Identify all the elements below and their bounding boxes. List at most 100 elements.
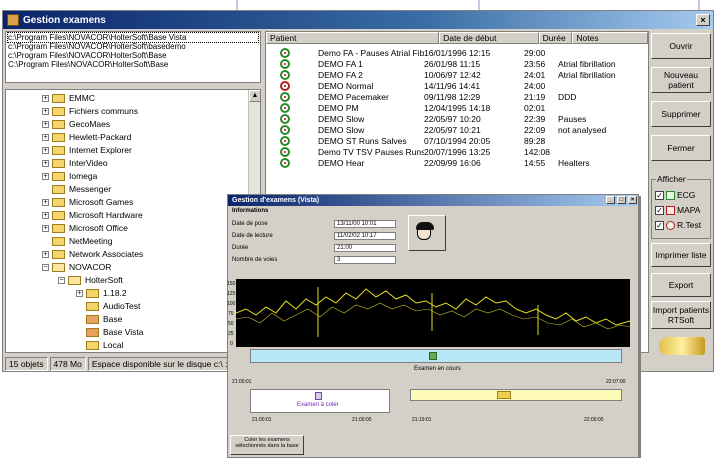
tree-item-label: Messenger <box>69 184 112 194</box>
path-item[interactable]: c:\Program Files\NOVACOR\HolterSoft\Base <box>8 51 258 60</box>
table-row[interactable]: DEMO Normal 14/11/96 14:41 24:00 <box>266 80 648 91</box>
expand-toggle[interactable]: + <box>42 250 49 258</box>
cell-duree: 24:00 <box>524 80 546 91</box>
column-header-duree[interactable]: Durée <box>538 32 573 44</box>
column-header-notes[interactable]: Notes <box>572 32 648 44</box>
tree-item-label: Network Associates <box>69 249 144 259</box>
expand-toggle[interactable]: + <box>42 224 49 232</box>
close-button[interactable]: × <box>628 196 637 204</box>
table-row[interactable]: DEMO FA 1 26/01/98 11:15 23:56 Atrial fibri… <box>266 58 648 69</box>
tree-item[interactable]: Base <box>86 313 122 325</box>
scroll-up-icon[interactable]: ▲ <box>249 90 260 102</box>
tree-item[interactable]: + Microsoft Office <box>42 222 128 234</box>
exam-range-bar[interactable] <box>410 389 622 401</box>
expand-toggle[interactable]: + <box>42 120 49 128</box>
expand-toggle[interactable]: + <box>42 146 49 154</box>
table-row[interactable]: DEMO FA 2 10/06/97 12:42 24:01 Atrial fibri… <box>266 69 648 80</box>
patient-portrait-button[interactable] <box>408 215 446 251</box>
tree-item[interactable]: + GecoMaes <box>42 118 110 130</box>
heart-rate-trace-noise <box>236 302 630 330</box>
path-item[interactable]: c:\Program Files\NOVACOR\HolterSoft\Base… <box>7 32 259 43</box>
filter-mapa[interactable]: ✓ MAPA <box>655 205 700 215</box>
display-filter-group: Afficher ✓ ECG ✓ MAPA ✓ R.Test <box>651 174 711 239</box>
path-item[interactable]: c:\Program Files\NOVACOR\HolterSoft\base… <box>8 42 258 51</box>
delete-button[interactable]: Supprimer <box>651 101 711 127</box>
tree-item[interactable]: Base Vista <box>86 326 143 338</box>
folder-icon <box>86 288 99 298</box>
print-list-button[interactable]: Imprimer liste <box>651 243 711 267</box>
tree-item[interactable]: AudioTest <box>86 300 140 312</box>
tree-item[interactable]: NetMeeting <box>52 235 112 247</box>
import-rtsoft-button[interactable]: Import patients RTSoft <box>651 301 711 329</box>
tree-item[interactable]: +1.18.2 <box>76 287 127 299</box>
maximize-button[interactable]: □ <box>617 196 626 204</box>
exam-progress-bar[interactable] <box>250 349 622 363</box>
tree-item[interactable]: + Hewlett-Packard <box>42 131 131 143</box>
close-form-button[interactable]: Fermer <box>651 135 711 161</box>
tree-item[interactable]: + Fichiers communs <box>42 105 138 117</box>
table-row[interactable]: DEMO PM 12/04/1995 14:18 02:01 <box>266 102 648 113</box>
expand-toggle[interactable]: + <box>42 159 49 167</box>
table-row[interactable]: DEMO Hear 22/09/99 16:06 14:55 Healters <box>266 157 648 168</box>
table-row[interactable]: Demo TV TSV Pauses Runs... 20/07/1996 13:… <box>266 146 648 157</box>
expand-toggle[interactable]: + <box>42 211 49 219</box>
tree-item[interactable]: − NOVACOR <box>42 261 111 273</box>
export-button[interactable]: Export <box>651 273 711 297</box>
tree-item[interactable]: + InterVideo <box>42 157 108 169</box>
checkbox[interactable]: ✓ <box>655 205 664 215</box>
minimize-button[interactable]: _ <box>606 196 615 204</box>
base-path-list[interactable]: c:\Program Files\NOVACOR\HolterSoft\Base… <box>5 31 261 83</box>
folder-tree[interactable]: + EMMC + Fichiers communs + GecoMaes + Hewle… <box>5 89 261 353</box>
cell-date: 20/07/1996 13:25 <box>424 146 491 157</box>
new-patient-button[interactable]: Nouveau patient <box>651 67 711 93</box>
cell-date: 14/11/96 14:41 <box>424 80 481 91</box>
tree-item[interactable]: + Microsoft Hardware <box>42 209 143 221</box>
expand-toggle[interactable]: + <box>42 172 49 180</box>
tree-item[interactable]: Messenger <box>52 183 111 195</box>
expand-toggle[interactable]: − <box>42 263 49 271</box>
duree-field[interactable]: 21:00 <box>334 244 396 252</box>
coler-exams-button[interactable]: Coler les examens sélectionnés dans la b… <box>230 435 304 455</box>
date-pose-field[interactable]: 13/11/00 10:01 <box>334 220 396 228</box>
table-row[interactable]: DEMO Slow 22/05/97 10:20 22:39 Pauses <box>266 113 648 124</box>
path-item[interactable]: C:\Program Files\NOVACOR\HolterSoft\Base <box>8 60 258 69</box>
table-row[interactable]: Demo FA - Pauses Atrial Fibrill...16/01/… <box>266 47 648 58</box>
table-row[interactable]: DEMO Slow 22/05/97 10:21 22:09 not analysed <box>266 124 648 135</box>
expand-toggle[interactable]: + <box>42 107 49 115</box>
expand-toggle[interactable]: + <box>42 198 49 206</box>
open-button[interactable]: Ouvrir <box>651 33 711 59</box>
folder-icon <box>86 340 99 350</box>
filter-ecg[interactable]: ✓ ECG <box>655 190 695 200</box>
expand-toggle[interactable]: − <box>58 276 65 284</box>
tree-item[interactable]: Local <box>86 339 123 351</box>
nombre-voies-field[interactable]: 3 <box>334 256 396 264</box>
recorder-icon <box>280 58 290 69</box>
tree-item[interactable]: + Microsoft Games <box>42 196 133 208</box>
tree-item[interactable]: − HolterSoft <box>58 274 123 286</box>
tree-item[interactable]: + Internet Explorer <box>42 144 132 156</box>
expand-toggle[interactable]: + <box>76 289 83 297</box>
tree-item[interactable]: + EMMC <box>42 92 95 104</box>
filter-rtest[interactable]: ✓ R.Test <box>655 220 701 230</box>
heart-rate-trend-chart[interactable] <box>236 279 630 347</box>
folder-icon <box>52 171 65 181</box>
checkbox[interactable]: ✓ <box>655 220 664 230</box>
y-tick: 100 <box>227 301 236 307</box>
close-button[interactable]: × <box>696 14 710 26</box>
filter-label: R.Test <box>677 220 702 230</box>
table-row[interactable]: DEMO Pacemaker 09/11/98 12:29 21:19 DDD <box>266 91 648 102</box>
column-header-date[interactable]: Date de début <box>439 32 539 44</box>
cell-date: 26/01/98 11:15 <box>424 58 481 69</box>
date-lecture-field[interactable]: 11/02/02 10:17 <box>334 232 396 240</box>
tree-item[interactable]: + Iomega <box>42 170 97 182</box>
expand-toggle[interactable]: + <box>42 94 49 102</box>
checkbox[interactable]: ✓ <box>655 190 664 200</box>
column-header-patient[interactable]: Patient <box>266 32 440 44</box>
exam-to-color-bar[interactable]: Examen à coler <box>250 389 390 413</box>
cell-date: 07/10/1994 20:05 <box>424 135 491 146</box>
vista-window: Gestion d'examens (Vista) _ □ × Informat… <box>227 194 639 458</box>
decorative-line <box>698 0 700 10</box>
tree-item[interactable]: + Network Associates <box>42 248 143 260</box>
expand-toggle[interactable]: + <box>42 133 49 141</box>
table-row[interactable]: DEMO ST Runs Salves 07/10/1994 20:05 89:28 <box>266 135 648 146</box>
